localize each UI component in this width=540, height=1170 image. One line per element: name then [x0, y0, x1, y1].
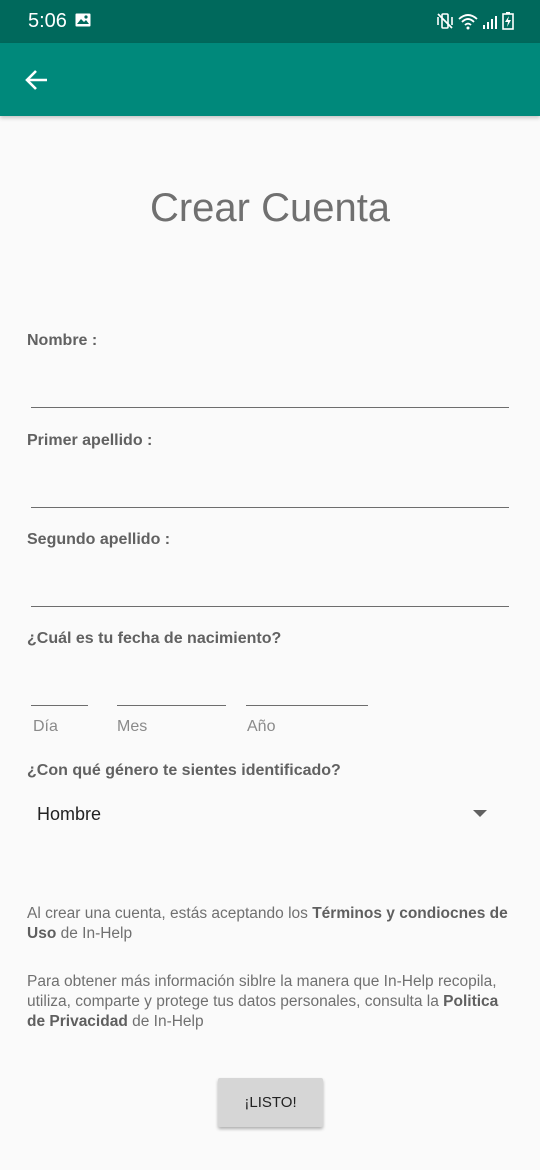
privacy-text: Para obtener más información siblre la m…	[27, 972, 517, 1032]
dia-placeholder: Día	[33, 718, 58, 735]
mes-underline	[117, 705, 226, 706]
anio-placeholder: Año	[247, 718, 276, 735]
fecha-nacimiento-label: ¿Cuál es tu fecha de nacimiento?	[27, 630, 282, 647]
genero-selected-value: Hombre	[37, 804, 102, 824]
segundo-apellido-input[interactable]	[31, 560, 509, 608]
genero-label: ¿Con qué género te sientes identificado?	[27, 762, 341, 779]
nombre-input[interactable]	[31, 360, 509, 408]
privacy-prefix: Para obtener más información siblre la m…	[27, 973, 497, 1010]
battery-charging-icon	[502, 12, 514, 35]
anio-underline	[246, 705, 368, 706]
signal-icon	[482, 14, 498, 35]
primer-apellido-input[interactable]	[31, 460, 509, 508]
listo-button[interactable]: ¡LISTO!	[218, 1078, 323, 1127]
privacy-suffix: de In-Help	[127, 1013, 204, 1030]
primer-apellido-label: Primer apellido :	[27, 432, 153, 449]
status-time: 5:06	[28, 10, 67, 32]
image-icon	[75, 13, 91, 32]
terms-prefix: Al crear una cuenta, estás aceptando los	[27, 905, 313, 922]
nombre-underline	[31, 407, 509, 408]
dropdown-arrow-icon	[473, 810, 487, 817]
wifi-icon	[458, 12, 478, 35]
genero-select[interactable]: Hombre	[27, 790, 507, 838]
mes-placeholder: Mes	[117, 718, 148, 735]
terms-text: Al crear una cuenta, estás aceptando los…	[27, 904, 517, 944]
nombre-label: Nombre :	[27, 332, 98, 349]
segundo-apellido-label: Segundo apellido :	[27, 531, 171, 548]
arrow-back-icon	[25, 70, 47, 90]
back-button[interactable]	[20, 63, 54, 97]
app-bar	[0, 43, 540, 116]
dia-underline	[31, 705, 88, 706]
primer-apellido-underline	[31, 507, 509, 508]
status-bar: 5:06	[0, 0, 540, 43]
page-title: Crear Cuenta	[149, 186, 391, 230]
terms-suffix: de In-Help	[56, 925, 133, 942]
mute-vibrate-icon	[436, 12, 454, 35]
segundo-apellido-underline	[31, 606, 509, 607]
